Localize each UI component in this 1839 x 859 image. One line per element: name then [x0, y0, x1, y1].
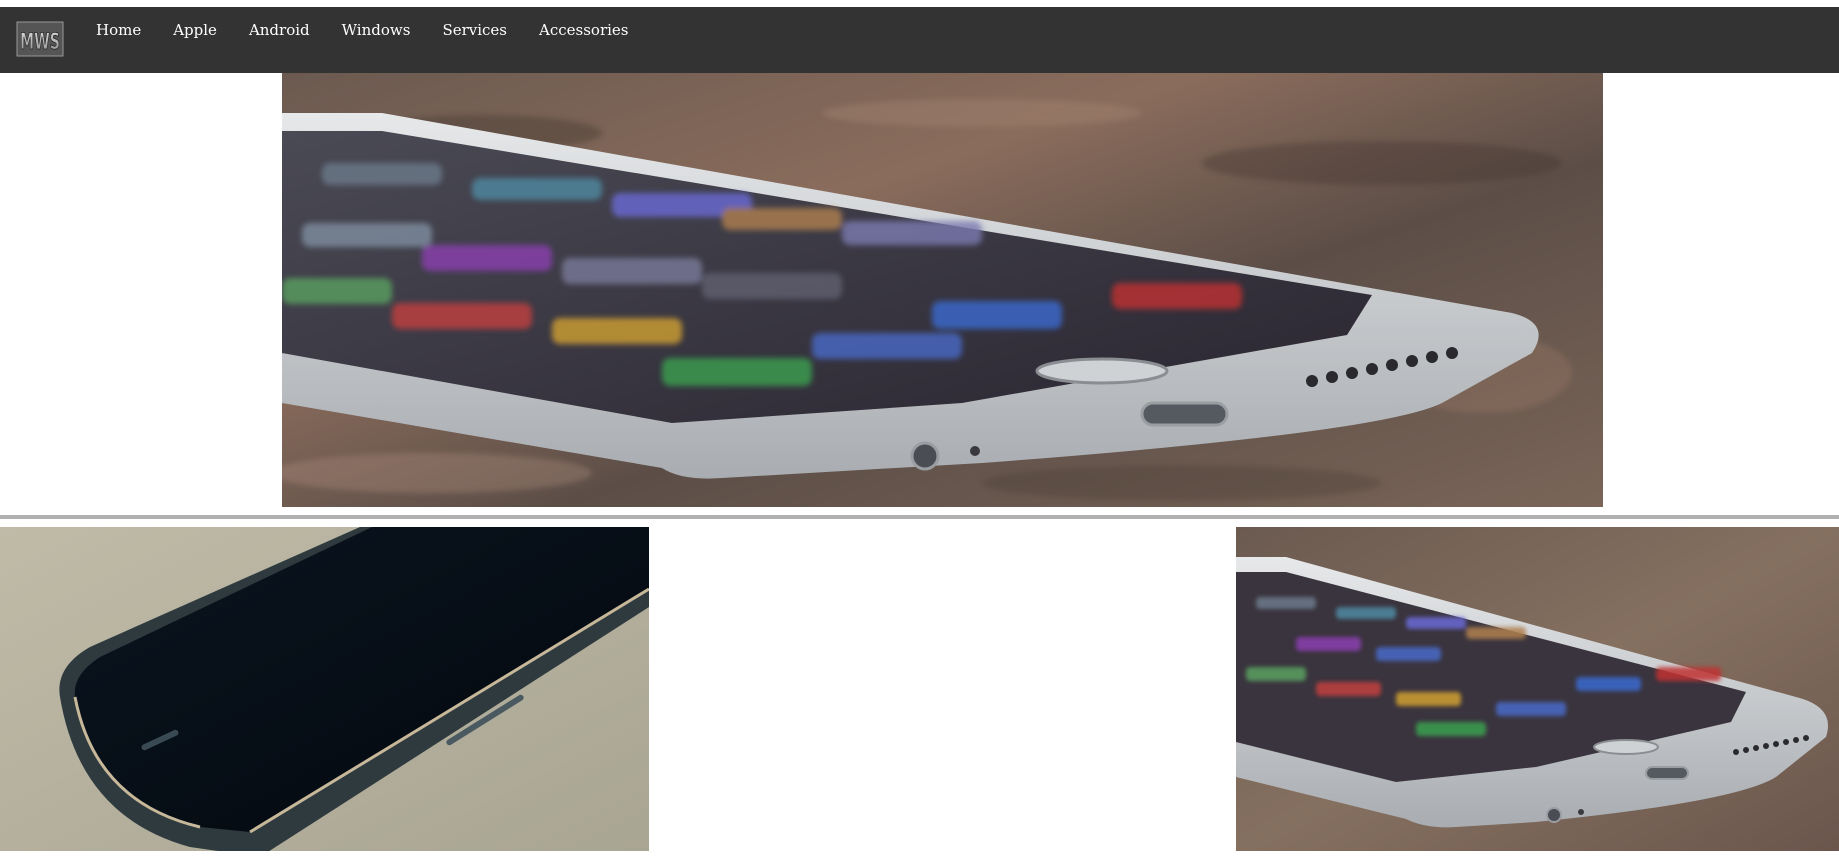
nav-links: Home Apple Android Windows Services Acce…	[96, 7, 661, 52]
phone-photo-icon	[0, 527, 649, 851]
top-navbar: MWS Home Apple Android Windows Services …	[0, 7, 1839, 73]
logo-text: MWS	[20, 30, 60, 55]
thumbnail-right[interactable]	[1236, 527, 1839, 851]
phone-photo-icon	[1236, 527, 1839, 851]
nav-link-home[interactable]: Home	[96, 21, 157, 39]
hero-image	[282, 73, 1603, 507]
nav-link-services[interactable]: Services	[442, 21, 523, 39]
thumbnail-left[interactable]	[0, 527, 649, 851]
nav-link-android[interactable]: Android	[249, 21, 326, 39]
mws-logo[interactable]: MWS	[16, 21, 64, 59]
section-divider	[0, 515, 1839, 519]
page: MWS Home Apple Android Windows Services …	[0, 0, 1839, 859]
phone-photo-icon	[282, 73, 1603, 507]
nav-link-windows[interactable]: Windows	[342, 21, 427, 39]
nav-link-apple[interactable]: Apple	[173, 21, 233, 39]
nav-link-accessories[interactable]: Accessories	[539, 21, 644, 39]
